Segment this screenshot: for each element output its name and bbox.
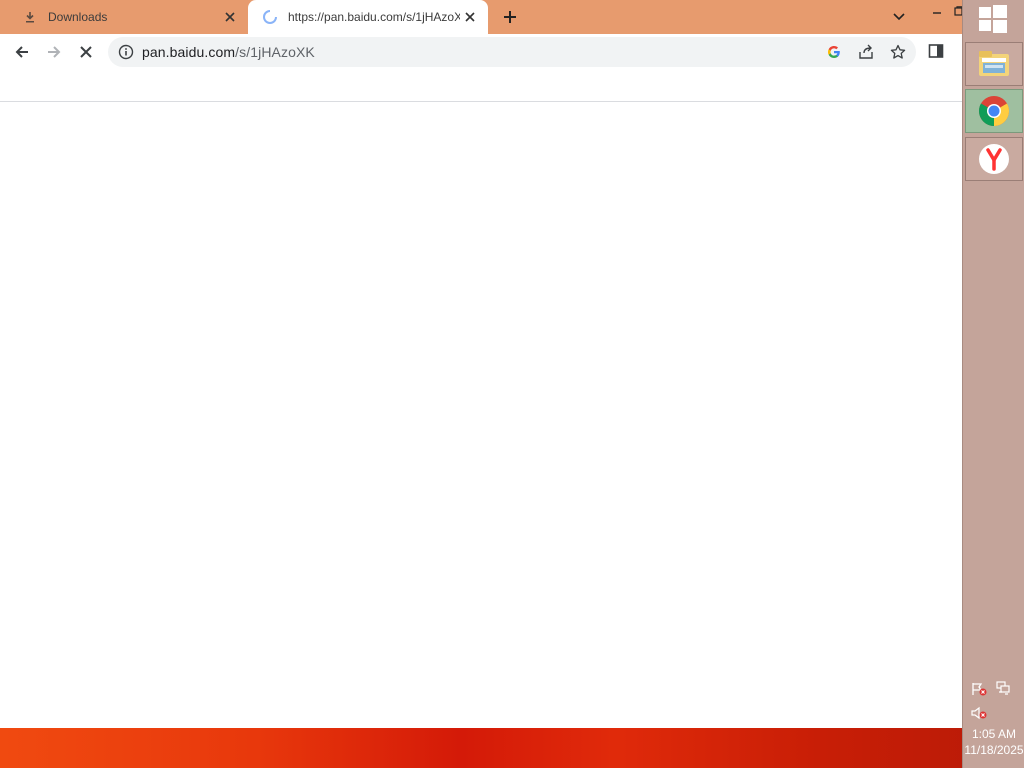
google-lens-icon[interactable] — [825, 43, 843, 61]
tab-pan-baidu[interactable]: https://pan.baidu.com/s/1jHAzoXK — [248, 0, 488, 34]
back-button[interactable] — [8, 38, 36, 66]
loading-spinner-icon — [262, 9, 278, 25]
chrome-icon — [978, 96, 1010, 126]
tab-strip: Downloads https://pan.baidu.com/s/1jHAzo… — [0, 0, 964, 34]
download-icon — [22, 9, 38, 25]
tab-title: https://pan.baidu.com/s/1jHAzoXK — [288, 10, 460, 24]
windows-start-icon[interactable] — [977, 4, 1009, 34]
yandex-browser-icon — [979, 144, 1009, 174]
forward-button[interactable] — [40, 38, 68, 66]
tab-downloads[interactable]: Downloads — [8, 0, 248, 34]
taskbar-chrome[interactable] — [965, 89, 1023, 133]
taskbar-file-explorer[interactable] — [965, 42, 1023, 86]
url-host: pan.baidu.com — [142, 44, 236, 60]
new-tab-button[interactable] — [498, 5, 522, 29]
bookmarks-bar — [0, 70, 962, 102]
url-text[interactable]: pan.baidu.com/s/1jHAzoXK — [142, 44, 315, 60]
volume-muted-icon[interactable] — [971, 706, 987, 720]
stop-loading-button[interactable] — [72, 38, 100, 66]
browser-toolbar: pan.baidu.com/s/1jHAzoXK — [0, 34, 962, 70]
action-center-flag-icon[interactable] — [971, 682, 987, 696]
taskbar-yandex[interactable] — [965, 137, 1023, 181]
browser-window: Downloads https://pan.baidu.com/s/1jHAzo… — [0, 0, 964, 728]
share-icon[interactable] — [857, 43, 875, 61]
clock-date[interactable]: 11/18/2025 — [963, 743, 1024, 758]
site-info-icon[interactable] — [118, 44, 134, 60]
taskbar: 1:05 AM 11/18/2025 — [962, 0, 1024, 768]
network-icon[interactable] — [995, 681, 1011, 695]
desktop-wallpaper — [0, 728, 1024, 768]
minimize-button[interactable] — [930, 2, 944, 20]
bookmark-star-icon[interactable] — [889, 43, 907, 61]
tab-search-button[interactable] — [888, 6, 910, 28]
url-path: /s/1jHAzoXK — [235, 44, 315, 60]
address-bar[interactable]: pan.baidu.com/s/1jHAzoXK — [108, 37, 916, 67]
close-tab-icon[interactable] — [460, 7, 480, 27]
side-panel-icon[interactable] — [928, 43, 946, 61]
page-content — [0, 103, 962, 728]
file-explorer-icon — [979, 51, 1009, 76]
tab-title: Downloads — [48, 10, 108, 24]
clock-time[interactable]: 1:05 AM — [963, 727, 1024, 742]
close-tab-icon[interactable] — [220, 7, 240, 27]
